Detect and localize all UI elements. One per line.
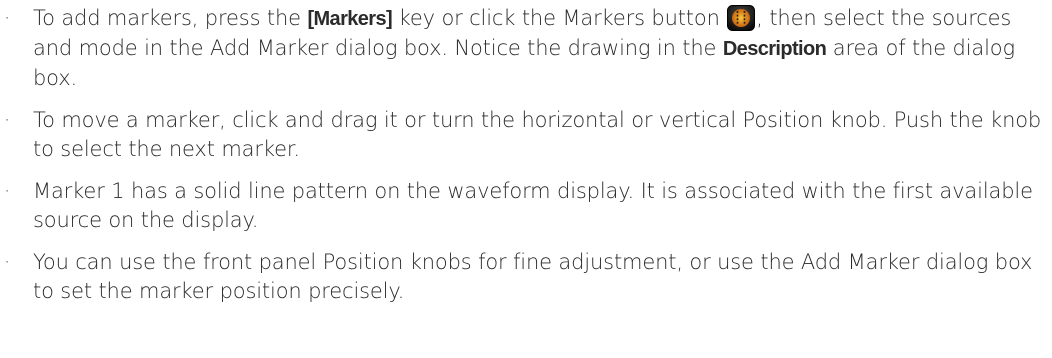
description-label: Description [722,38,827,60]
item-text: You can use the front panel Position kno… [33,250,1033,303]
bullet-item-move-marker: · To move a marker, click and drag it or… [0,106,1052,164]
item-text: To move a marker, click and drag it or t… [33,108,1042,161]
bullet-glyph: · [3,179,11,203]
document-body: · To add markers, press the [Markers] ke… [0,4,1052,319]
bullet-item-add-markers: · To add markers, press the [Markers] ke… [0,4,1052,93]
bullet-glyph: · [3,108,11,132]
item-text: Marker 1 has a solid line pattern on the… [33,179,1033,232]
item-text: To add markers, press the [33,6,308,30]
item-text: key or click the Markers button [392,6,727,30]
bullet-glyph: · [3,6,11,30]
bullet-item-position-knobs: · You can use the front panel Position k… [0,248,1052,306]
bullet-glyph: · [3,250,11,274]
markers-key-label: [Markers] [307,8,393,30]
markers-button-icon [727,5,756,31]
bullet-item-marker-1: · Marker 1 has a solid line pattern on t… [0,177,1052,235]
